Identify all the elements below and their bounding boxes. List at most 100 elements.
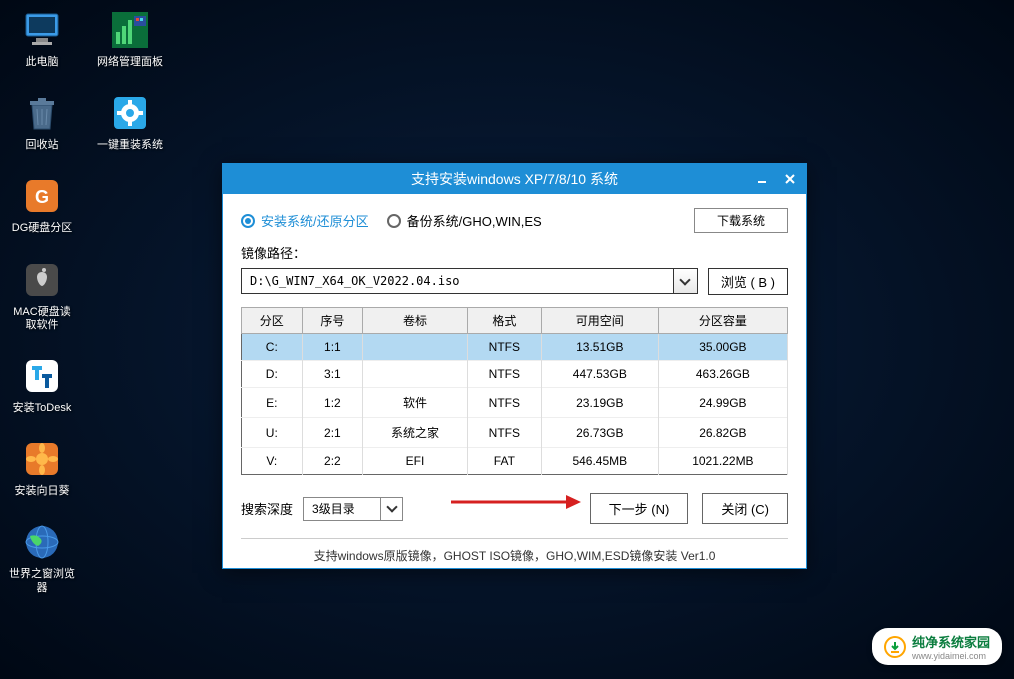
desktop-icon-sunflower[interactable]: 安装向日葵: [8, 437, 76, 498]
table-cell: 35.00GB: [658, 334, 787, 361]
download-system-button[interactable]: 下载系统: [694, 208, 788, 233]
table-header-cell: 分区容量: [658, 308, 787, 334]
table-header-cell: 格式: [467, 308, 541, 334]
mode-selector: 安装系统/还原分区 备份系统/GHO,WIN,ES 下载系统: [241, 208, 788, 233]
table-header-cell: 卷标: [363, 308, 468, 334]
table-cell: 2:1: [302, 418, 363, 448]
browse-button[interactable]: 浏览 ( B ): [708, 268, 788, 295]
footer-text: 支持windows原版镜像，GHOST ISO镜像，GHO,WIM,ESD镜像安…: [241, 538, 788, 564]
desktop-icon-world-browser[interactable]: 世界之窗浏览器: [8, 520, 76, 594]
radio-label: 备份系统/GHO,WIN,ES: [407, 211, 542, 230]
icon-label: 世界之窗浏览器: [8, 568, 76, 594]
radio-label: 安装系统/还原分区: [261, 211, 369, 230]
desktop-icon-dg-partition[interactable]: G DG硬盘分区: [8, 174, 76, 235]
chart-icon: [108, 8, 152, 52]
table-cell: 13.51GB: [541, 334, 658, 361]
table-header-cell: 可用空间: [541, 308, 658, 334]
close-button[interactable]: [780, 169, 800, 189]
radio-install-mode[interactable]: 安装系统/还原分区: [241, 211, 369, 230]
table-cell: D:: [242, 361, 303, 388]
depth-value: 3级目录: [312, 500, 355, 517]
table-row[interactable]: V:2:2EFIFAT546.45MB1021.22MB: [242, 448, 788, 475]
table-cell: NTFS: [467, 334, 541, 361]
desktop-icon-reinstall[interactable]: 一键重装系统: [96, 91, 164, 152]
close-action-button[interactable]: 关闭 (C): [702, 493, 788, 524]
titlebar[interactable]: 支持安装windows XP/7/8/10 系统: [223, 164, 806, 194]
dropdown-icon[interactable]: [380, 498, 402, 520]
desktop-icon-grid: 此电脑 网络管理面板 回收站 一键重装系统 G DG硬盘分区: [8, 8, 164, 595]
window-title: 支持安装windows XP/7/8/10 系统: [411, 169, 618, 189]
table-cell: FAT: [467, 448, 541, 475]
search-depth-label: 搜索深度: [241, 499, 293, 518]
minimize-button[interactable]: [752, 169, 772, 189]
table-cell: U:: [242, 418, 303, 448]
trash-icon: [20, 91, 64, 135]
svg-text:G: G: [35, 187, 49, 207]
desktop-icon-todesk[interactable]: 安装ToDesk: [8, 354, 76, 415]
radio-icon: [241, 214, 255, 228]
icon-label: 网络管理面板: [97, 56, 163, 69]
watermark-url: www.yidaimei.com: [912, 651, 990, 661]
table-row[interactable]: U:2:1系统之家NTFS26.73GB26.82GB: [242, 418, 788, 448]
desktop-icon-this-pc[interactable]: 此电脑: [8, 8, 76, 69]
mac-disk-icon: [20, 258, 64, 302]
table-cell: [363, 334, 468, 361]
icon-label: DG硬盘分区: [12, 222, 73, 235]
next-button[interactable]: 下一步 (N): [590, 493, 689, 524]
installer-window: 支持安装windows XP/7/8/10 系统 安装系统/还原分区 备份系统/…: [222, 163, 807, 569]
image-path-value: D:\G_WIN7_X64_OK_V2022.04.iso: [250, 274, 460, 288]
table-cell: NTFS: [467, 418, 541, 448]
sunflower-icon: [20, 437, 64, 481]
image-path-label: 镜像路径：: [241, 243, 788, 262]
table-cell: EFI: [363, 448, 468, 475]
table-cell: [363, 361, 468, 388]
todesk-icon: [20, 354, 64, 398]
icon-label: 安装ToDesk: [13, 402, 72, 415]
table-header-cell: 序号: [302, 308, 363, 334]
table-cell: 26.73GB: [541, 418, 658, 448]
table-cell: 24.99GB: [658, 388, 787, 418]
table-header-cell: 分区: [242, 308, 303, 334]
gear-box-icon: [108, 91, 152, 135]
table-cell: 1021.22MB: [658, 448, 787, 475]
watermark-title: 纯净系统家园: [912, 632, 990, 651]
table-cell: 系统之家: [363, 418, 468, 448]
desktop-icon-net-panel[interactable]: 网络管理面板: [96, 8, 164, 69]
table-row[interactable]: C:1:1 NTFS13.51GB35.00GB: [242, 334, 788, 361]
icon-label: 一键重装系统: [97, 139, 163, 152]
table-cell: V:: [242, 448, 303, 475]
table-cell: NTFS: [467, 388, 541, 418]
table-cell: 1:2: [302, 388, 363, 418]
disk-genius-icon: G: [20, 174, 64, 218]
table-cell: 447.53GB: [541, 361, 658, 388]
globe-icon: [20, 520, 64, 564]
annotation-arrow-icon: [446, 490, 586, 514]
table-cell: C:: [242, 334, 303, 361]
table-cell: 1:1: [302, 334, 363, 361]
watermark-icon: [884, 636, 906, 658]
icon-label: 回收站: [26, 139, 59, 152]
icon-label: MAC硬盘读取软件: [8, 306, 76, 332]
radio-backup-mode[interactable]: 备份系统/GHO,WIN,ES: [387, 211, 542, 230]
partition-table: 分区序号卷标格式可用空间分区容量 C:1:1NTFS13.51GB35.00GB…: [241, 307, 788, 475]
table-cell: 546.45MB: [541, 448, 658, 475]
desktop-icon-mac-disk[interactable]: MAC硬盘读取软件: [8, 258, 76, 332]
table-cell: 23.19GB: [541, 388, 658, 418]
table-cell: 2:2: [302, 448, 363, 475]
table-cell: E:: [242, 388, 303, 418]
table-cell: 软件: [363, 388, 468, 418]
search-depth-select[interactable]: 3级目录: [303, 497, 403, 521]
table-cell: 463.26GB: [658, 361, 787, 388]
table-cell: 26.82GB: [658, 418, 787, 448]
table-row[interactable]: D:3:1NTFS447.53GB463.26GB: [242, 361, 788, 388]
table-row[interactable]: E:1:2软件NTFS23.19GB24.99GB: [242, 388, 788, 418]
icon-label: 安装向日葵: [15, 485, 70, 498]
desktop-icon-recycle-bin[interactable]: 回收站: [8, 91, 76, 152]
radio-icon: [387, 214, 401, 228]
image-path-select[interactable]: D:\G_WIN7_X64_OK_V2022.04.iso: [241, 268, 698, 294]
bottom-controls: 搜索深度 3级目录 下一步 (N) 关闭 (C): [241, 493, 788, 524]
table-cell: NTFS: [467, 361, 541, 388]
monitor-icon: [20, 8, 64, 52]
watermark-badge: 纯净系统家园 www.yidaimei.com: [872, 628, 1002, 665]
dropdown-icon[interactable]: [673, 269, 697, 293]
